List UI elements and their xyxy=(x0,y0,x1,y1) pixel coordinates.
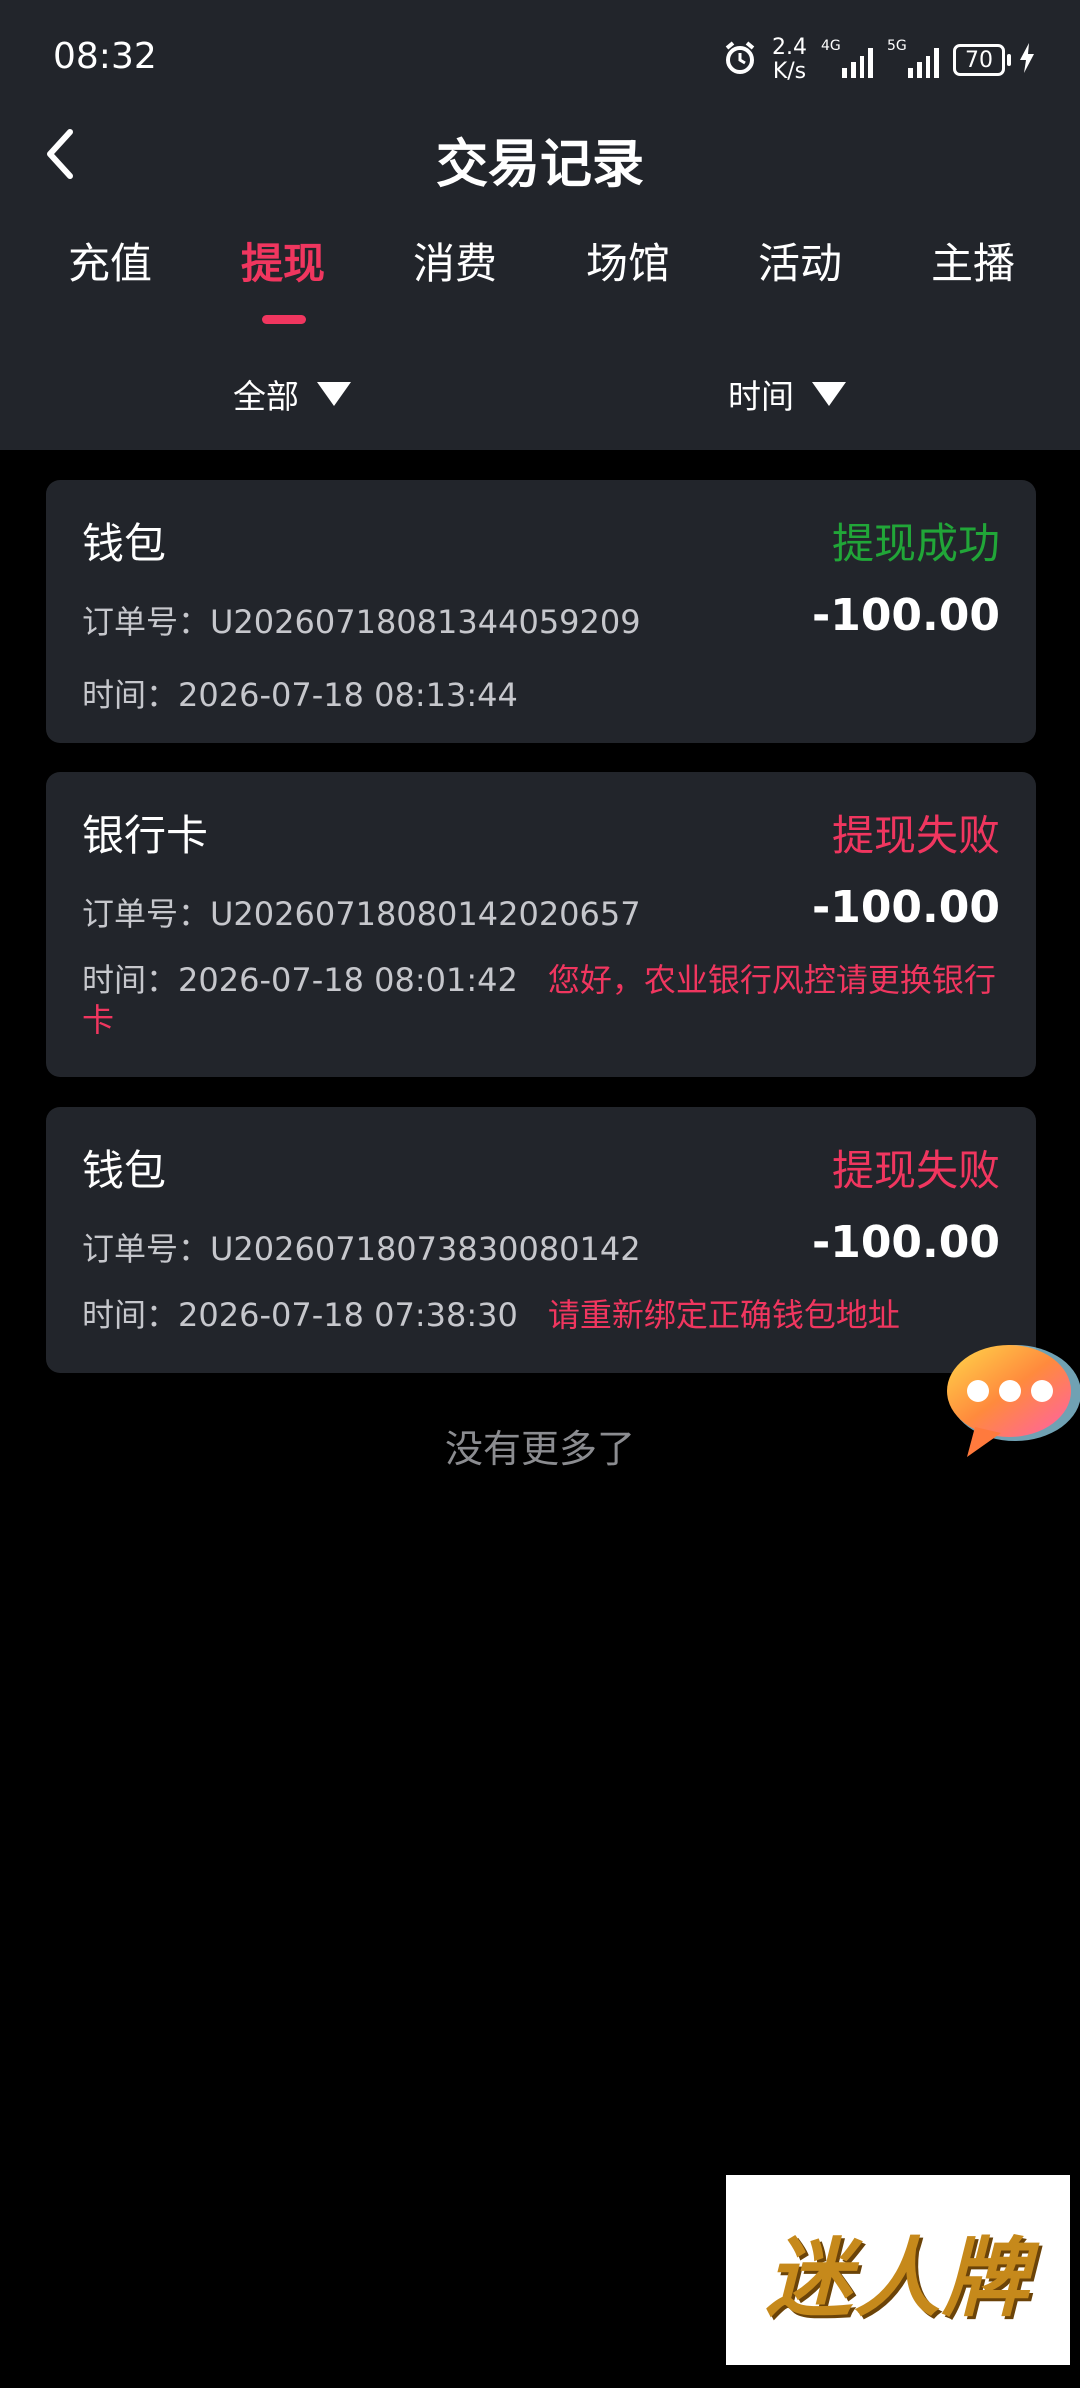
record-note: 请重新绑定正确钱包地址 xyxy=(547,1296,900,1334)
record-type: 银行卡 xyxy=(82,811,209,860)
watermark-text: 迷人牌 xyxy=(766,2227,1030,2329)
status-time: 08:32 xyxy=(53,36,157,77)
chat-bubble-icon xyxy=(947,1345,1080,1457)
page-title: 交易记录 xyxy=(435,135,644,195)
floating-chat-button[interactable] xyxy=(935,1335,1080,1465)
record-card[interactable]: 银行卡 提现失败 订单号：U20260718080142020657 -100.… xyxy=(46,772,1036,1077)
record-card[interactable]: 钱包 提现成功 订单号：U20260718081344059209 -100.0… xyxy=(46,480,1036,743)
record-status: 提现失败 xyxy=(831,811,1000,860)
battery-icon: 70 xyxy=(953,44,1011,76)
record-time-and-note: 时间：2026-07-18 08:01:42 您好，农业银行风控请更换银行卡 xyxy=(82,960,1022,1040)
record-card[interactable]: 钱包 提现失败 订单号：U20260718073830080142 -100.0… xyxy=(46,1107,1036,1373)
filter-type-dropdown[interactable]: 全部 xyxy=(233,370,351,418)
record-type: 钱包 xyxy=(82,1146,167,1195)
record-order-number: 订单号：U20260718080142020657 xyxy=(82,895,641,933)
record-type: 钱包 xyxy=(82,519,167,568)
record-status: 提现成功 xyxy=(831,519,1000,568)
tab-withdraw[interactable]: 提现 xyxy=(223,230,343,291)
tab-consumption[interactable]: 消费 xyxy=(395,230,515,291)
record-status: 提现失败 xyxy=(831,1146,1000,1195)
tab-bar: 充值 提现 消费 场馆 活动 主播 xyxy=(0,230,1080,330)
record-time: 时间：2026-07-18 08:01:42 xyxy=(82,961,518,999)
nav-bar: 交易记录 xyxy=(0,110,1080,200)
network-speed: 2.4 K/s xyxy=(772,36,807,84)
header-area: 08:32 2.4 K/s 4G 5G 70 交易记录 充值 提现 消费 场馆 … xyxy=(0,0,1080,450)
record-time-and-note: 时间：2026-07-18 07:38:30 请重新绑定正确钱包地址 xyxy=(82,1295,1022,1335)
record-order-number: 订单号：U20260718081344059209 xyxy=(82,603,641,641)
record-order-number: 订单号：U20260718073830080142 xyxy=(82,1230,641,1268)
alarm-icon xyxy=(722,40,758,80)
record-amount: -100.00 xyxy=(811,882,1000,933)
filter-bar: 全部 时间 xyxy=(0,370,1080,430)
tab-activity[interactable]: 活动 xyxy=(740,230,860,291)
status-icons: 2.4 K/s 4G 5G 70 xyxy=(722,32,1035,88)
record-amount: -100.00 xyxy=(811,590,1000,641)
network-speed-unit: K/s xyxy=(772,59,807,84)
tab-recharge[interactable]: 充值 xyxy=(50,230,170,291)
tab-anchor[interactable]: 主播 xyxy=(913,230,1033,291)
caret-down-icon xyxy=(812,382,846,406)
tab-venue[interactable]: 场馆 xyxy=(568,230,688,291)
record-amount: -100.00 xyxy=(811,1217,1000,1268)
filter-time-label: 时间 xyxy=(728,377,794,416)
tab-indicator xyxy=(262,315,306,324)
signal-4g-icon: 4G xyxy=(821,38,873,78)
battery-level: 70 xyxy=(965,47,993,73)
record-time: 时间：2026-07-18 07:38:30 xyxy=(82,1296,518,1334)
signal-5g-label: 5G xyxy=(887,38,907,54)
status-bar: 08:32 2.4 K/s 4G 5G 70 xyxy=(0,0,1080,120)
network-speed-value: 2.4 xyxy=(772,35,807,60)
charging-icon xyxy=(1019,43,1035,77)
filter-type-label: 全部 xyxy=(233,377,299,416)
record-time: 时间：2026-07-18 08:13:44 xyxy=(82,676,518,714)
caret-down-icon xyxy=(317,382,351,406)
filter-time-dropdown[interactable]: 时间 xyxy=(728,370,846,418)
no-more-text: 没有更多了 xyxy=(444,1427,635,1471)
signal-4g-label: 4G xyxy=(821,38,841,54)
watermark-logo: 迷人牌 xyxy=(726,2175,1070,2365)
signal-5g-icon: 5G xyxy=(887,38,939,78)
